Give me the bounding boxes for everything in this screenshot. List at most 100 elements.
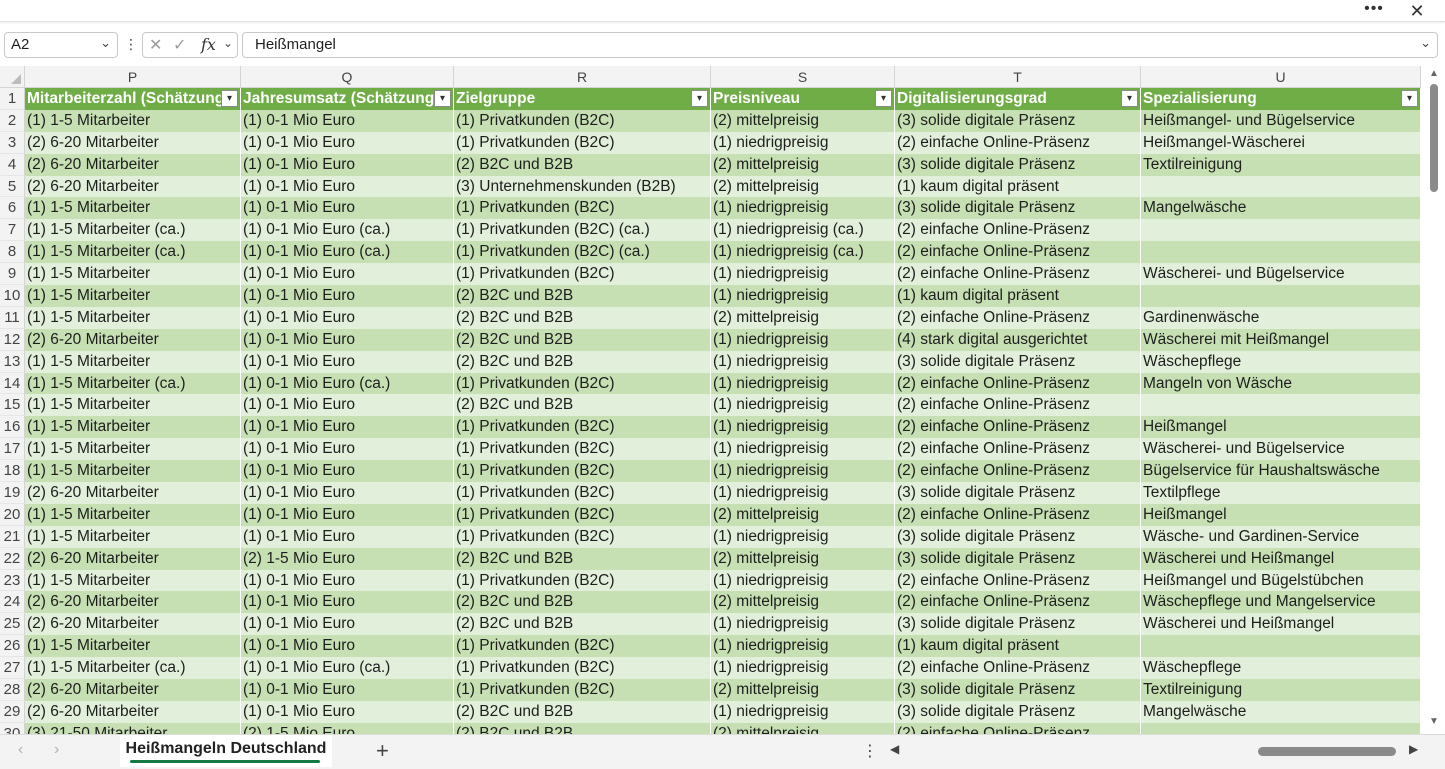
table-cell[interactable]: (1) 0-1 Mio Euro [241,153,454,176]
row-number[interactable]: 29 [0,700,25,723]
table-cell[interactable]: (1) 0-1 Mio Euro [241,503,454,526]
table-cell[interactable]: Heißmangel- und Bügelservice [1141,109,1421,132]
row-number[interactable]: 16 [0,416,25,439]
row-number[interactable]: 1 [0,88,25,110]
table-cell[interactable]: (2) einfache Online-Präsenz [895,657,1141,680]
table-cell[interactable]: (1) niedrigpreisig [711,372,895,395]
table-cell[interactable]: (1) 1-5 Mitarbeiter [25,109,241,132]
table-cell[interactable]: (1) kaum digital präsent [895,175,1141,198]
add-sheet-icon[interactable]: + [376,738,389,764]
table-cell[interactable]: (1) 0-1 Mio Euro (ca.) [241,657,454,680]
table-cell[interactable]: (2) 6-20 Mitarbeiter [25,175,241,198]
table-cell[interactable]: (2) 6-20 Mitarbeiter [25,591,241,614]
table-cell[interactable]: (1) 0-1 Mio Euro [241,591,454,614]
table-cell[interactable]: (1) Privatkunden (B2C) [454,657,711,680]
table-cell[interactable]: (3) solide digitale Präsenz [895,525,1141,548]
row-number[interactable]: 27 [0,657,25,680]
table-cell[interactable]: (1) niedrigpreisig (ca.) [711,219,895,242]
filter-dropdown-icon[interactable]: ▾ [1401,90,1418,107]
table-cell[interactable]: (1) 1-5 Mitarbeiter (ca.) [25,241,241,264]
row-number[interactable]: 5 [0,175,25,198]
table-cell[interactable]: (1) niedrigpreisig [711,285,895,307]
table-cell[interactable]: (1) niedrigpreisig (ca.) [711,241,895,264]
table-cell[interactable]: (1) Privatkunden (B2C) [454,503,711,526]
table-cell[interactable]: (2) 1-5 Mio Euro [241,722,454,734]
table-cell[interactable]: (1) niedrigpreisig [711,416,895,439]
table-cell[interactable]: (1) 1-5 Mitarbeiter (ca.) [25,657,241,680]
table-cell[interactable]: (1) Privatkunden (B2C) [454,460,711,483]
chevron-down-icon[interactable]: ⌄ [100,35,111,51]
row-number[interactable]: 18 [0,460,25,483]
table-cell[interactable]: (2) 1-5 Mio Euro [241,547,454,570]
table-cell[interactable]: Mangelwäsche [1141,197,1421,220]
table-cell[interactable]: (1) 0-1 Mio Euro [241,131,454,154]
table-cell[interactable]: (2) 6-20 Mitarbeiter [25,131,241,154]
table-cell[interactable]: (1) 0-1 Mio Euro [241,350,454,373]
table-cell[interactable]: (1) 0-1 Mio Euro [241,700,454,723]
worksheet-grid[interactable]: PQRSTU 1 Mitarbeiterzahl (Schätzung) ▾ Jahr… [0,66,1445,734]
row-number[interactable]: 4 [0,153,25,176]
table-cell[interactable]: (2) B2C und B2B [454,700,711,723]
table-cell[interactable]: (1) niedrigpreisig [711,613,895,636]
row-number[interactable]: 9 [0,263,25,286]
table-cell[interactable]: (2) 6-20 Mitarbeiter [25,679,241,701]
chevron-right-icon[interactable]: › [54,741,59,759]
table-cell[interactable]: (1) niedrigpreisig [711,569,895,592]
table-cell[interactable]: (2) einfache Online-Präsenz [895,306,1141,329]
table-cell[interactable]: (1) Privatkunden (B2C) [454,679,711,701]
table-cell[interactable]: (2) mittelpreisig [711,306,895,329]
table-cell[interactable]: (2) mittelpreisig [711,679,895,701]
table-cell[interactable]: (2) einfache Online-Präsenz [895,460,1141,483]
table-cell[interactable]: (1) 0-1 Mio Euro [241,460,454,483]
table-cell[interactable]: (1) 1-5 Mitarbeiter [25,263,241,286]
row-number[interactable]: 23 [0,569,25,592]
table-cell[interactable]: Textilreinigung [1141,679,1421,701]
table-cell[interactable]: (1) 1-5 Mitarbeiter [25,416,241,439]
table-cell[interactable]: (1) 1-5 Mitarbeiter [25,285,241,307]
table-cell[interactable]: (2) mittelpreisig [711,722,895,734]
table-cell[interactable]: (2) B2C und B2B [454,306,711,329]
table-cell[interactable]: (2) einfache Online-Präsenz [895,131,1141,154]
table-cell[interactable]: Bügelservice für Haushaltswäsche [1141,460,1421,483]
table-cell[interactable]: (1) 1-5 Mitarbeiter (ca.) [25,372,241,395]
table-cell[interactable]: (2) einfache Online-Präsenz [895,219,1141,242]
vertical-dots-icon[interactable]: ⋮ [124,36,138,52]
table-cell[interactable]: (1) 1-5 Mitarbeiter [25,438,241,461]
table-cell[interactable]: Mangelwäsche [1141,700,1421,723]
table-cell[interactable]: (1) 1-5 Mitarbeiter [25,525,241,548]
table-cell[interactable]: (1) 0-1 Mio Euro [241,175,454,198]
table-cell[interactable]: (1) Privatkunden (B2C) [454,416,711,439]
table-cell[interactable]: Wäscherei und Heißmangel [1141,547,1421,570]
table-cell[interactable]: (1) 1-5 Mitarbeiter [25,460,241,483]
row-number[interactable]: 17 [0,438,25,461]
table-cell[interactable]: (2) einfache Online-Präsenz [895,591,1141,614]
row-number[interactable]: 22 [0,547,25,570]
table-cell[interactable]: (1) 0-1 Mio Euro [241,679,454,701]
table-cell[interactable]: (2) B2C und B2B [454,328,711,351]
row-number[interactable]: 14 [0,372,25,395]
table-cell[interactable]: (1) 1-5 Mitarbeiter [25,350,241,373]
table-cell[interactable]: (1) niedrigpreisig [711,657,895,680]
table-cell[interactable]: (1) Privatkunden (B2C) [454,438,711,461]
table-cell[interactable]: (2) B2C und B2B [454,547,711,570]
table-cell[interactable]: (1) Privatkunden (B2C) [454,635,711,658]
table-cell[interactable]: (1) niedrigpreisig [711,438,895,461]
table-cell[interactable]: (2) B2C und B2B [454,613,711,636]
table-cell[interactable]: (2) B2C und B2B [454,285,711,307]
table-cell[interactable]: (1) Privatkunden (B2C) [454,109,711,132]
table-cell[interactable]: (3) Unternehmenskunden (B2B) [454,175,711,198]
name-box[interactable]: A2 ⌄ [4,32,118,58]
column-header[interactable]: S [711,66,895,88]
table-cell[interactable]: (2) 6-20 Mitarbeiter [25,153,241,176]
table-cell[interactable]: (2) einfache Online-Präsenz [895,372,1141,395]
header-cell[interactable]: Preisniveau ▾ [711,88,895,110]
table-cell[interactable]: (1) 0-1 Mio Euro (ca.) [241,372,454,395]
filter-dropdown-icon[interactable]: ▾ [875,90,892,107]
table-cell[interactable]: (2) einfache Online-Präsenz [895,503,1141,526]
table-cell[interactable]: Gardinenwäsche [1141,306,1421,329]
table-cell[interactable]: (3) solide digitale Präsenz [895,700,1141,723]
check-icon[interactable]: ✓ [173,35,186,55]
table-cell[interactable]: (1) 1-5 Mitarbeiter [25,306,241,329]
table-cell[interactable]: (1) 0-1 Mio Euro [241,197,454,220]
table-cell[interactable]: (1) kaum digital präsent [895,635,1141,658]
